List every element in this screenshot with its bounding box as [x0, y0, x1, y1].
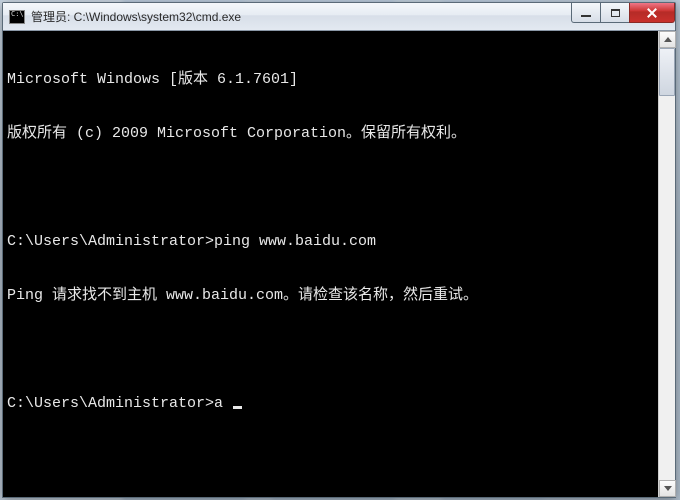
close-button[interactable]	[629, 3, 675, 23]
chevron-up-icon	[664, 37, 672, 42]
maximize-icon	[611, 9, 620, 17]
cursor-icon	[233, 406, 242, 409]
client-area: Microsoft Windows [版本 6.1.7601] 版权所有 (c)…	[3, 31, 675, 497]
command-input[interactable]: a	[214, 395, 232, 413]
chevron-down-icon	[664, 486, 672, 491]
output-line: Ping 请求找不到主机 www.baidu.com。请检查该名称，然后重试。	[7, 287, 654, 305]
output-line	[7, 341, 654, 359]
output-line: 版权所有 (c) 2009 Microsoft Corporation。保留所有…	[7, 125, 654, 143]
scrollbar-thumb[interactable]	[659, 48, 675, 96]
scrollbar-track[interactable]	[659, 48, 675, 480]
minimize-button[interactable]	[571, 3, 601, 23]
cmd-window: 管理员: C:\Windows\system32\cmd.exe Microso…	[2, 2, 676, 498]
terminal-output[interactable]: Microsoft Windows [版本 6.1.7601] 版权所有 (c)…	[3, 31, 658, 497]
output-line	[7, 179, 654, 197]
close-icon	[646, 7, 658, 19]
window-title: 管理员: C:\Windows\system32\cmd.exe	[31, 8, 241, 25]
output-line: C:\Users\Administrator>ping www.baidu.co…	[7, 233, 654, 251]
prompt-text: C:\Users\Administrator>	[7, 395, 214, 413]
prompt-line: C:\Users\Administrator>a	[7, 395, 654, 413]
cmd-icon	[9, 10, 25, 24]
window-controls	[572, 3, 675, 23]
titlebar[interactable]: 管理员: C:\Windows\system32\cmd.exe	[3, 3, 675, 31]
vertical-scrollbar[interactable]	[658, 31, 675, 497]
maximize-button[interactable]	[600, 3, 630, 23]
scroll-up-button[interactable]	[659, 31, 676, 48]
output-line: Microsoft Windows [版本 6.1.7601]	[7, 71, 654, 89]
minimize-icon	[581, 15, 591, 17]
scroll-down-button[interactable]	[659, 480, 676, 497]
